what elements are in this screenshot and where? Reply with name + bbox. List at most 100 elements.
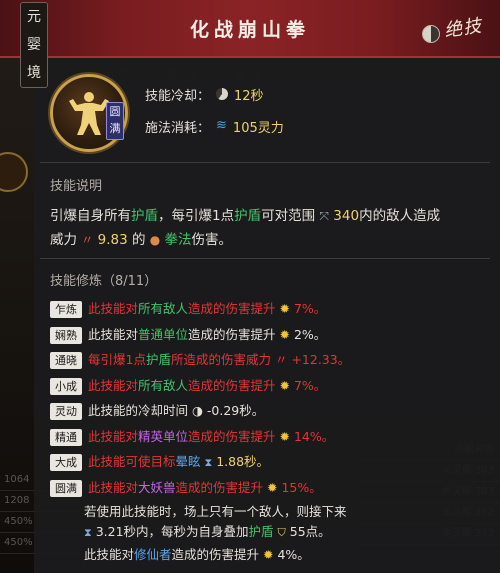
mod-text: 15%。 [277, 479, 322, 495]
mod-text: 14%。 [290, 428, 335, 444]
mod-tag: 小成 [50, 377, 82, 395]
shield-icon: ⛉ [277, 526, 286, 539]
mod-text: 普通单位 [138, 326, 189, 342]
mod-row: 小成 此技能对所有敌人造成的伤害提升 ✹ 7%。 [50, 375, 490, 401]
mod-description: 此技能对普通单位造成的伤害提升 ✹ 2%。 [88, 324, 326, 346]
desc-keyword: 护盾 [234, 208, 262, 224]
grade-badge: 圆满 [106, 102, 124, 140]
cost-value: 105灵力 [232, 120, 284, 136]
mod-text: 修仙者 [134, 547, 172, 562]
mod-description: 此技能对修仙者造成的伤害提升 ✹ 4%。 [84, 544, 310, 566]
damage-icon: ✹ [279, 428, 290, 444]
divider [40, 162, 490, 163]
description-title: 技能说明 [50, 179, 103, 194]
awaken-text: 若使用此技能时，场上只有一个敌人，则接下来 [84, 504, 347, 519]
realm-char: 婴 [27, 37, 41, 53]
mod-text: ◑ [191, 403, 203, 418]
power-value: 9.83 [97, 232, 128, 248]
mod-row: 娴熟 此技能对普通单位造成的伤害提升 ✹ 2%。 [50, 324, 490, 350]
divider [40, 258, 490, 259]
damage-icon: ✹ [279, 326, 290, 342]
mods-title: 技能修炼（8/11） [50, 274, 158, 289]
mod-text: 精英单位 [138, 428, 189, 444]
damage-icon: ✹ [267, 479, 278, 495]
skill-title: 化战崩山拳 [189, 18, 310, 41]
desc-text: 的 [131, 232, 146, 248]
mod-row: 乍炼 此技能对所有敌人造成的伤害提升 ✹ 7%。 [50, 298, 490, 324]
mod-text: 造成的伤害提升 [188, 301, 280, 316]
mod-tag: 娴熟 [50, 326, 82, 344]
mod-text: 造成的伤害提升 [171, 547, 264, 562]
mana-icon: ≋ [216, 118, 227, 133]
mod-text: 7%。 [290, 301, 327, 316]
fist-school-icon: ● [149, 233, 161, 247]
realm-char: 境 [27, 65, 41, 81]
mod-text: 此技能对 [88, 428, 139, 444]
mod-description: 每引爆1点护盾所造成的伤害威力 〃 +12.33。 [88, 349, 350, 371]
desc-keyword: 护盾 [131, 208, 158, 224]
desc-text: ，每引爆1点 [158, 208, 235, 224]
mod-text: 1.88秒。 [212, 454, 270, 469]
mod-text: 造成的伤害提升 [188, 377, 280, 393]
desc-text: 伤害。 [191, 232, 233, 248]
cooldown-row: 技能冷却： 12秒 [145, 84, 264, 104]
cooldown-value: 12秒 [234, 88, 264, 104]
awaken-keyword: 护盾 [248, 524, 274, 539]
mod-text: 造成的伤害提升 [188, 428, 280, 444]
mod-text: 此技能对 [88, 479, 139, 495]
mod-text: 7%。 [290, 377, 327, 393]
mod-text: 此技能对 [88, 301, 139, 316]
range-icon: ⤧ [319, 209, 329, 223]
realm-tab[interactable]: 元 婴 境 [20, 2, 48, 88]
duration-icon: ⧗ [84, 526, 92, 539]
mod-row: 圆满 此技能对大妖兽造成的伤害提升 ✹ 15%。 [50, 477, 490, 503]
mod-description: 此技能可使目标晕眩 ⧗ 1.88秒。 [88, 451, 269, 474]
mod-text: 造成的伤害提升 [175, 479, 268, 495]
damage-icon: ✹ [263, 547, 274, 562]
mod-row: 大成 此技能可使目标晕眩 ⧗ 1.88秒。 [50, 451, 490, 477]
mod-text: 2%。 [290, 326, 327, 342]
awaken-effect: 若使用此技能时，场上只有一个敌人，则接下来 ⧗ 3.21秒内，每秒为自身叠加护盾 … [84, 502, 490, 544]
mod-tag: 灵动 [50, 403, 82, 420]
mod-tag: 通晓 [50, 352, 82, 369]
realm-char: 元 [27, 9, 41, 25]
desc-text: 威力 [50, 232, 77, 248]
cooldown-icon [216, 88, 229, 100]
school-keyword: 拳法 [164, 232, 192, 248]
mod-row: 灵动 此技能的冷却时间 ◑ -0.29秒。 [50, 400, 490, 426]
mod-text: 护盾 [145, 352, 171, 367]
cost-label: 施法消耗： [145, 120, 211, 136]
mod-text: 此技能对 [88, 326, 139, 342]
mod-text: 4%。 [273, 547, 310, 562]
mod-text: 〃 [274, 352, 288, 367]
mod-description: 此技能的冷却时间 ◑ -0.29秒。 [88, 400, 264, 422]
desc-text: 可对范围 [261, 208, 316, 224]
skill-tier-label: 绝技 [442, 15, 484, 42]
skill-header: 化战崩山拳 绝技 [0, 0, 500, 58]
martial-figure-icon [69, 92, 109, 135]
mod-text: 所有敌人 [138, 377, 189, 393]
mod-text: +12.33。 [287, 352, 351, 367]
mod-tag: 圆满 [50, 479, 82, 497]
awaken-text: 55点。 [285, 524, 331, 539]
mod-text: 此技能可使目标 [88, 454, 176, 469]
skill-description: 引爆自身所有护盾，每引爆1点护盾可对范围 ⤧ 340内的敌人造成 威力 〃 9.… [50, 204, 490, 252]
yin-yang-icon [422, 25, 440, 43]
mod-text: 所造成的伤害威力 [170, 352, 275, 367]
desc-text: 引爆自身所有 [50, 208, 131, 224]
mod-text: 此技能的冷却时间 [88, 403, 192, 418]
cost-row: 施法消耗： ≋ 105灵力 [145, 116, 284, 136]
damage-icon: ✹ [279, 377, 290, 393]
mod-text: 此技能对 [88, 377, 139, 393]
mod-text: 每引爆1点 [88, 352, 146, 367]
mod-description: 此技能对大妖兽造成的伤害提升 ✹ 15%。 [88, 477, 322, 499]
mod-row: 精通 此技能对精英单位造成的伤害提升 ✹ 14%。 [50, 426, 490, 452]
mod-description: 此技能对精英单位造成的伤害提升 ✹ 14%。 [88, 426, 334, 448]
mod-description: 此技能对所有敌人造成的伤害提升 ✹ 7%。 [88, 375, 326, 397]
mod-row: 通晓 每引爆1点护盾所造成的伤害威力 〃 +12.33。 [50, 349, 490, 375]
mod-tag: 精通 [50, 428, 82, 446]
mod-row: 此技能对修仙者造成的伤害提升 ✹ 4%。 [84, 544, 490, 570]
mod-text: -0.29秒。 [202, 403, 265, 418]
mod-text: 此技能对 [84, 547, 135, 562]
damage-icon: ✹ [279, 301, 290, 316]
